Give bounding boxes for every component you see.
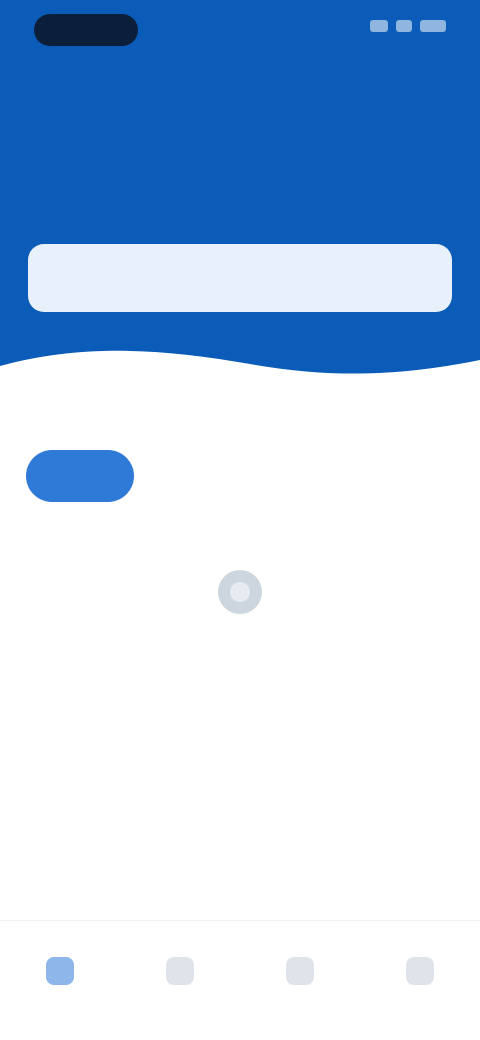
- home-icon: [46, 957, 74, 985]
- hero-header: [0, 0, 480, 390]
- tab-0[interactable]: [26, 450, 134, 502]
- status-icons: [370, 20, 446, 32]
- profile-icon: [406, 957, 434, 985]
- wifi-icon: [396, 20, 412, 32]
- nav-item-profile[interactable]: [360, 921, 480, 1040]
- battery-icon: [420, 20, 446, 32]
- message-icon: [286, 957, 314, 985]
- empty-state: [0, 570, 480, 673]
- grid-icon: [166, 957, 194, 985]
- status-bar: [0, 0, 480, 58]
- app-screen: [0, 0, 480, 1040]
- search-input[interactable]: [48, 266, 432, 290]
- search-box[interactable]: [28, 244, 452, 312]
- signal-icon: [370, 20, 388, 32]
- status-time-pill: [34, 14, 138, 46]
- tab-2[interactable]: [202, 450, 242, 502]
- nav-item-messages[interactable]: [240, 921, 360, 1040]
- nav-item-grid[interactable]: [120, 921, 240, 1040]
- tab-1[interactable]: [148, 450, 188, 502]
- nav-item-home[interactable]: [0, 921, 120, 1040]
- empty-box-icon: [218, 570, 262, 614]
- hero-wave-divider: [0, 350, 480, 390]
- filter-tabs: [26, 450, 242, 502]
- bottom-navigation: [0, 920, 480, 1040]
